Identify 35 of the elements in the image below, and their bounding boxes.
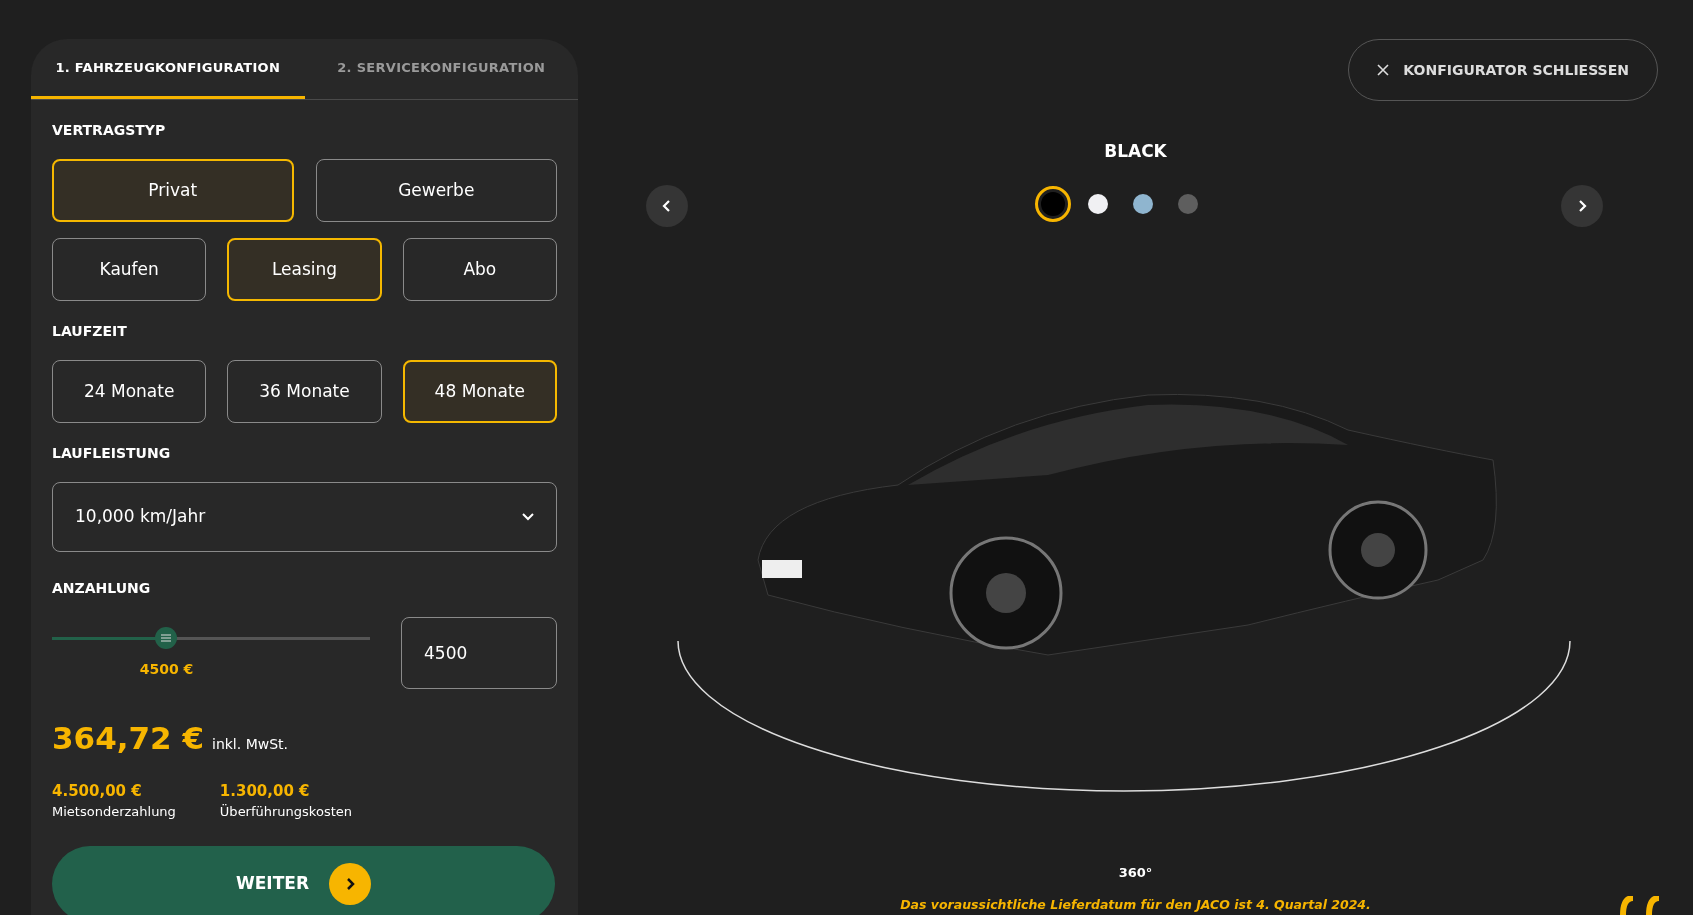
chevron-right-icon	[1577, 200, 1587, 212]
purchase-type-option[interactable]: Leasing	[227, 238, 382, 301]
section-heading: VERTRAGSTYP	[52, 121, 167, 140]
grip-icon	[161, 634, 172, 642]
close-icon	[1377, 64, 1390, 76]
cost-label: Mietsonderzahlung	[52, 803, 176, 821]
delivery-note: Das voraussichtliche Lieferdatum für den JACO ist 4. Quartal 2024.	[900, 896, 1371, 914]
chevron-left-icon	[662, 200, 672, 212]
down-payment-input[interactable]: 4500	[401, 617, 557, 689]
mileage-dropdown[interactable]: 10,000 km/Jahr	[52, 482, 557, 552]
slider-handle[interactable]	[155, 627, 178, 649]
term-option[interactable]: 36 Monate	[227, 360, 382, 423]
purchase-type-option[interactable]: Abo	[402, 238, 557, 301]
tab[interactable]: 2. SERVICEKONFIGURATION	[304, 39, 578, 99]
cost-amount: 4.500,00 €	[52, 780, 143, 802]
chevron-down-icon	[522, 513, 534, 521]
section-heading: LAUFZEIT	[52, 322, 128, 341]
360-view-label: 360°	[1118, 864, 1153, 882]
tab[interactable]: 1. FAHRZEUGKONFIGURATION	[31, 39, 305, 99]
term-option[interactable]: 48 Monate	[402, 360, 557, 423]
monthly-price: 364,72 €	[52, 719, 204, 758]
customer-type-option[interactable]: Gewerbe	[315, 159, 557, 222]
color-name: BLACK	[1104, 140, 1167, 163]
tax-note: inkl. MwSt.	[212, 735, 288, 754]
next-button[interactable]: WEITER	[52, 845, 555, 915]
cost-label: Überführungskosten	[219, 803, 352, 821]
customer-type-option[interactable]: Privat	[52, 159, 294, 222]
color-swatch[interactable]	[1035, 186, 1071, 222]
purchase-type-option[interactable]: Kaufen	[52, 238, 207, 301]
cost-amount: 1.300,00 €	[219, 780, 311, 802]
section-heading: LAUFLEISTUNG	[52, 444, 172, 463]
chevron-right-icon	[329, 862, 371, 905]
section-heading: ANZAHLUNG	[52, 579, 152, 598]
slider-value: 4500 €	[139, 660, 194, 679]
term-option[interactable]: 24 Monate	[52, 360, 207, 423]
